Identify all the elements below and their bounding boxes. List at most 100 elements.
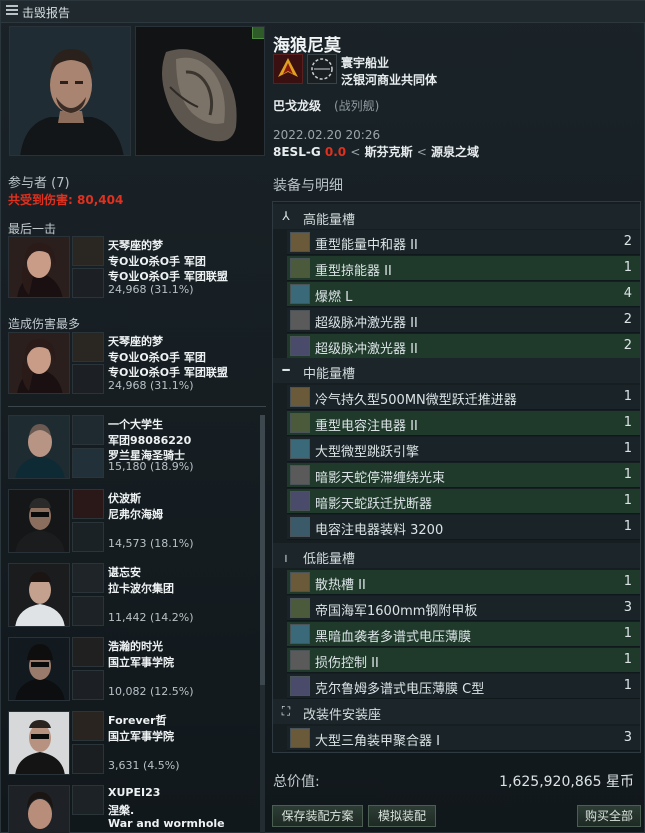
module-name[interactable]: 重型掠能器 II (315, 260, 392, 279)
module-name[interactable]: 超级脉冲激光器 II (315, 312, 418, 331)
attacker-ship-icon[interactable] (72, 785, 104, 815)
location-system[interactable]: 8ESL-G (273, 145, 321, 159)
module-icon[interactable] (290, 624, 310, 644)
victim-name[interactable]: 海狼尼莫 (273, 31, 341, 56)
victim-corporation[interactable]: 寰宇船业 (341, 54, 389, 71)
module-icon[interactable] (290, 572, 310, 592)
fitting-item[interactable]: 电容注电器装料 3200 1 (287, 515, 640, 540)
final-blow-attacker[interactable]: 天琴座的梦 专O业O杀O手 军团 专O业O杀O手 军团联盟 24,968 (31… (8, 236, 263, 304)
module-name[interactable]: 超级脉冲激光器 II (315, 338, 418, 357)
attacker-ship-icon[interactable] (72, 489, 104, 519)
attacker-portrait[interactable] (8, 711, 70, 775)
fitting-item[interactable]: 重型能量中和器 II 2 (287, 230, 640, 255)
menu-icon[interactable] (6, 5, 18, 17)
attacker-corporation[interactable]: 拉卡波尔集团 (108, 580, 174, 596)
module-icon[interactable] (290, 310, 310, 330)
attacker-ship-icon[interactable] (72, 415, 104, 445)
fitting-item[interactable]: 暗影天蛇停滞缠绕光束 1 (287, 463, 640, 488)
attacker-list-item[interactable]: 谌忘安 拉卡波尔集团 11,442 (14.2%) (8, 563, 258, 633)
attacker-name[interactable]: 浩瀚的时光 (108, 638, 163, 654)
module-icon[interactable] (290, 232, 310, 252)
module-icon[interactable] (290, 284, 310, 304)
module-icon[interactable] (290, 491, 310, 511)
fitting-item[interactable]: 爆燃 L 4 (287, 282, 640, 307)
attacker-portrait[interactable] (8, 785, 70, 833)
attacker-ship-icon[interactable] (72, 711, 104, 741)
attacker-alliance[interactable]: 专O业O杀O手 军团联盟 (108, 364, 228, 380)
attacker-portrait[interactable] (8, 563, 70, 627)
location-constellation[interactable]: 斯芬克斯 (365, 145, 413, 159)
attacker-name[interactable]: 谌忘安 (108, 564, 141, 580)
victim-alliance[interactable]: 泛银河商业共同体 (341, 71, 437, 88)
fitting-item[interactable]: 超级脉冲激光器 II 2 (287, 308, 640, 333)
fitting-item[interactable]: 帝国海军1600mm钢附甲板 3 (287, 596, 640, 621)
module-icon[interactable] (290, 728, 310, 748)
attacker-name[interactable]: 一个大学生 (108, 416, 163, 432)
module-name[interactable]: 大型三角装甲聚合器 I (315, 730, 440, 749)
fitting-item[interactable]: 散热槽 II 1 (287, 570, 640, 595)
attacker-corporation[interactable]: 国立军事学院 (108, 728, 174, 744)
attacker-corporation[interactable]: 专O业O杀O手 军团 (108, 349, 206, 365)
attacker-list-item[interactable]: Forever哲 国立军事学院 3,631 (4.5%) (8, 711, 258, 781)
module-icon[interactable] (290, 598, 310, 618)
save-fitting-button[interactable]: 保存装配方案 (272, 805, 363, 827)
module-name[interactable]: 大型微型跳跃引擎 (315, 441, 419, 460)
attacker-corporation[interactable]: 专O业O杀O手 军团 (108, 253, 206, 269)
attacker-portrait[interactable] (8, 236, 70, 298)
attacker-portrait[interactable] (8, 415, 70, 479)
attacker-portrait[interactable] (8, 637, 70, 701)
attacker-name[interactable]: 天琴座的梦 (108, 237, 163, 253)
attacker-name[interactable]: 伏波斯 (108, 490, 141, 506)
fitting-item[interactable]: 大型微型跳跃引擎 1 (287, 437, 640, 462)
attacker-ship-icon[interactable] (72, 236, 104, 266)
alliance-logo-icon[interactable] (307, 54, 337, 84)
attacker-corporation[interactable]: 涅槃. (108, 802, 134, 818)
module-icon[interactable] (290, 258, 310, 278)
attacker-weapon-icon[interactable] (72, 448, 104, 478)
fitting-item[interactable]: 冷气持久型500MN微型跃迁推进器 1 (287, 385, 640, 410)
ship-type[interactable]: 巴戈龙级 (273, 97, 321, 114)
module-name[interactable]: 爆燃 L (315, 286, 352, 305)
module-icon[interactable] (290, 439, 310, 459)
attacker-name[interactable]: 天琴座的梦 (108, 333, 163, 349)
fitting-item[interactable]: 重型电容注电器 II 1 (287, 411, 640, 436)
module-name[interactable]: 克尔鲁姆多谱式电压薄膜 C型 (315, 678, 484, 697)
attacker-weapon-icon[interactable] (72, 522, 104, 552)
simulate-fitting-button[interactable]: 模拟装配 (368, 805, 436, 827)
attacker-weapon-icon[interactable] (72, 744, 104, 774)
attacker-weapon-icon[interactable] (72, 364, 104, 394)
module-icon[interactable] (290, 517, 310, 537)
module-icon[interactable] (290, 465, 310, 485)
module-name[interactable]: 冷气持久型500MN微型跃迁推进器 (315, 389, 517, 408)
ship-image[interactable] (135, 26, 265, 156)
module-name[interactable]: 暗影天蛇跃迁扰断器 (315, 493, 432, 512)
attacker-portrait[interactable] (8, 489, 70, 553)
attacker-name[interactable]: Forever哲 (108, 712, 167, 728)
attacker-weapon-icon[interactable] (72, 670, 104, 700)
fitting-item[interactable]: 克尔鲁姆多谱式电压薄膜 C型 1 (287, 674, 640, 699)
fitting-item[interactable]: 损伤控制 II 1 (287, 648, 640, 673)
victim-portrait[interactable] (9, 26, 131, 156)
attacker-ship-icon[interactable] (72, 332, 104, 362)
attacker-list-item[interactable]: 浩瀚的时光 国立军事学院 10,082 (12.5%) (8, 637, 258, 707)
scrollbar-thumb[interactable] (260, 415, 265, 685)
attacker-corporation[interactable]: 国立军事学院 (108, 654, 174, 670)
module-name[interactable]: 暗影天蛇停滞缠绕光束 (315, 467, 445, 486)
module-name[interactable]: 电容注电器装料 3200 (315, 519, 443, 538)
module-icon[interactable] (290, 650, 310, 670)
attacker-alliance[interactable]: War and wormhole (108, 817, 225, 830)
attacker-list-item[interactable]: 一个大学生 军团98086220 罗兰星海圣骑士 15,180 (18.9%) (8, 415, 258, 485)
attacker-list-item[interactable]: XUPEI23 涅槃. War and wormhole (8, 785, 258, 833)
fitting-item[interactable]: 暗影天蛇跃迁扰断器 1 (287, 489, 640, 514)
module-icon[interactable] (290, 676, 310, 696)
attacker-portrait[interactable] (8, 332, 70, 394)
attacker-corporation[interactable]: 军团98086220 (108, 432, 191, 448)
fitting-item[interactable]: 大型三角装甲聚合器 I 3 (287, 726, 640, 751)
module-icon[interactable] (290, 387, 310, 407)
corporation-logo-icon[interactable] (273, 54, 303, 84)
module-icon[interactable] (290, 413, 310, 433)
fitting-item[interactable]: 黑暗血袭者多谱式电压薄膜 1 (287, 622, 640, 647)
module-name[interactable]: 损伤控制 II (315, 652, 379, 671)
module-name[interactable]: 黑暗血袭者多谱式电压薄膜 (315, 626, 471, 645)
fitting-item[interactable]: 超级脉冲激光器 II 2 (287, 334, 640, 359)
